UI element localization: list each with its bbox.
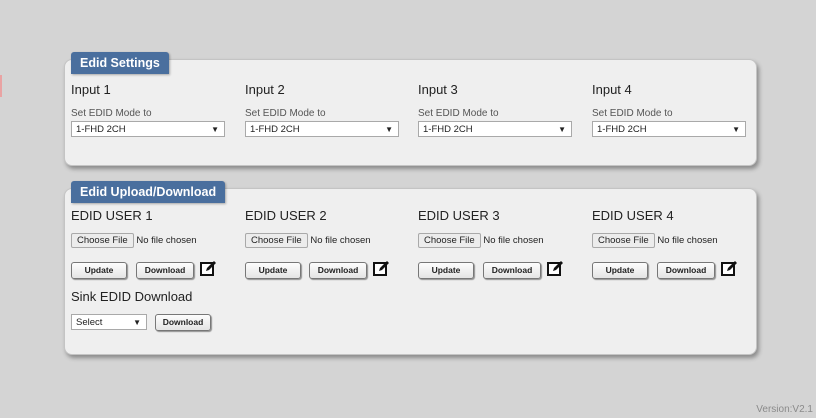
update-button[interactable]: Update bbox=[245, 262, 301, 279]
download-button[interactable]: Download bbox=[657, 262, 715, 279]
version-label: Version:V2.1 bbox=[756, 404, 813, 415]
input-2-label: Input 2 bbox=[245, 82, 285, 97]
chevron-down-icon: ▼ bbox=[385, 125, 393, 134]
edit-icon[interactable] bbox=[373, 260, 390, 277]
chevron-down-icon: ▼ bbox=[211, 125, 219, 134]
edid-user-2-label: EDID USER 2 bbox=[245, 208, 327, 223]
chevron-down-icon: ▼ bbox=[133, 318, 141, 327]
input-4-mode-value: 1-FHD 2CH bbox=[597, 124, 647, 135]
input-3-label: Input 3 bbox=[418, 82, 458, 97]
file-status: No file chosen bbox=[483, 235, 544, 246]
file-status: No file chosen bbox=[310, 235, 371, 246]
choose-file-button[interactable]: Choose File bbox=[592, 233, 655, 248]
input-3-group: Input 3 Set EDID Mode to bbox=[418, 82, 499, 119]
download-button[interactable]: Download bbox=[136, 262, 194, 279]
edit-icon[interactable] bbox=[547, 260, 564, 277]
edge-marker bbox=[0, 75, 2, 97]
input-3-mode-value: 1-FHD 2CH bbox=[423, 124, 473, 135]
sink-edid-label: Sink EDID Download bbox=[71, 289, 193, 304]
update-button[interactable]: Update bbox=[71, 262, 127, 279]
input-3-mode-select[interactable]: 1-FHD 2CH ▼ bbox=[418, 121, 572, 137]
edid-user-4-label: EDID USER 4 bbox=[592, 208, 674, 223]
edid-user-2-file: Choose File No file chosen bbox=[245, 233, 371, 248]
choose-file-button[interactable]: Choose File bbox=[245, 233, 308, 248]
edid-upload-panel: Edid Upload/Download EDID USER 1 Choose … bbox=[64, 181, 757, 355]
edid-user-3-file: Choose File No file chosen bbox=[418, 233, 544, 248]
edid-upload-tab: Edid Upload/Download bbox=[71, 181, 226, 203]
edid-user-1-file: Choose File No file chosen bbox=[71, 233, 197, 248]
update-button[interactable]: Update bbox=[592, 262, 648, 279]
update-button[interactable]: Update bbox=[418, 262, 474, 279]
download-button[interactable]: Download bbox=[309, 262, 367, 279]
choose-file-button[interactable]: Choose File bbox=[71, 233, 134, 248]
sink-edid-select[interactable]: Select ▼ bbox=[71, 314, 147, 330]
choose-file-button[interactable]: Choose File bbox=[418, 233, 481, 248]
input-1-label: Input 1 bbox=[71, 82, 111, 97]
file-status: No file chosen bbox=[657, 235, 718, 246]
file-status: No file chosen bbox=[136, 235, 197, 246]
input-4-mode-select[interactable]: 1-FHD 2CH ▼ bbox=[592, 121, 746, 137]
edid-settings-tab: Edid Settings bbox=[71, 52, 169, 74]
input-1-mode-select[interactable]: 1-FHD 2CH ▼ bbox=[71, 121, 225, 137]
input-4-mode-label: Set EDID Mode to bbox=[592, 108, 673, 119]
edid-user-4-file: Choose File No file chosen bbox=[592, 233, 718, 248]
input-2-group: Input 2 Set EDID Mode to bbox=[245, 82, 326, 119]
chevron-down-icon: ▼ bbox=[558, 125, 566, 134]
edid-settings-panel: Edid Settings Input 1 Set EDID Mode to 1… bbox=[64, 52, 757, 166]
sink-edid-select-value: Select bbox=[76, 317, 103, 328]
chevron-down-icon: ▼ bbox=[732, 125, 740, 134]
download-button[interactable]: Download bbox=[483, 262, 541, 279]
edit-icon[interactable] bbox=[721, 260, 738, 277]
input-2-mode-value: 1-FHD 2CH bbox=[250, 124, 300, 135]
input-2-mode-label: Set EDID Mode to bbox=[245, 108, 326, 119]
edit-icon[interactable] bbox=[200, 260, 217, 277]
edid-user-1-label: EDID USER 1 bbox=[71, 208, 153, 223]
input-1-mode-value: 1-FHD 2CH bbox=[76, 124, 126, 135]
input-2-mode-select[interactable]: 1-FHD 2CH ▼ bbox=[245, 121, 399, 137]
input-1-group: Input 1 Set EDID Mode to bbox=[71, 82, 152, 119]
edid-user-3-label: EDID USER 3 bbox=[418, 208, 500, 223]
input-4-group: Input 4 Set EDID Mode to bbox=[592, 82, 673, 119]
input-4-label: Input 4 bbox=[592, 82, 632, 97]
input-1-mode-label: Set EDID Mode to bbox=[71, 108, 152, 119]
sink-download-button[interactable]: Download bbox=[155, 314, 211, 331]
input-3-mode-label: Set EDID Mode to bbox=[418, 108, 499, 119]
